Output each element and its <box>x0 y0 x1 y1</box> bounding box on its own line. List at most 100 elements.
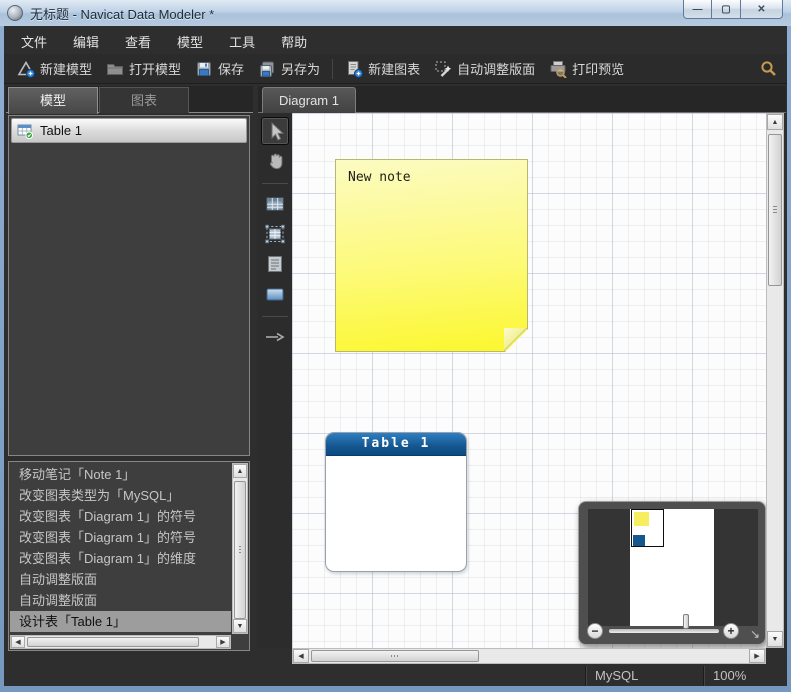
pointer-tool-icon[interactable] <box>261 117 289 145</box>
history-item[interactable]: 改变图表「Diagram 1」的符号 <box>10 506 231 527</box>
save-as-button[interactable]: 另存为 <box>251 56 327 81</box>
save-floppy-icon <box>195 60 213 78</box>
history-item[interactable]: 自动调整版面 <box>10 569 231 590</box>
tab-diagram-1[interactable]: Diagram 1 <box>262 87 356 113</box>
canvas-horizontal-scrollbar[interactable]: ◀ ▶ <box>292 648 766 664</box>
search-icon[interactable] <box>760 60 777 77</box>
auto-layout-button[interactable]: 自动调整版面 <box>427 56 542 81</box>
close-button[interactable]: ✕ <box>741 0 783 19</box>
table-shape[interactable]: Table 1 <box>325 432 467 572</box>
scroll-right-icon[interactable]: ▶ <box>749 649 765 663</box>
overview-view <box>588 509 758 626</box>
open-folder-icon <box>106 60 124 78</box>
maximize-button[interactable]: ▢ <box>712 0 741 19</box>
new-diagram-label: 新建图表 <box>368 59 420 78</box>
status-zoom-level: 100% <box>703 666 787 686</box>
new-diagram-icon <box>345 60 363 78</box>
note-shape[interactable]: New note <box>335 159 528 352</box>
scroll-up-icon[interactable]: ▲ <box>767 114 783 130</box>
save-as-label: 另存为 <box>281 59 320 78</box>
canvas-hscroll-thumb[interactable] <box>311 650 479 662</box>
label-tool-icon[interactable] <box>261 280 289 308</box>
diagram-tab-bar: Diagram 1 <box>258 86 786 113</box>
zoom-slider-thumb[interactable] <box>683 614 689 629</box>
save-label: 保存 <box>218 59 244 78</box>
scroll-up-icon[interactable]: ▲ <box>233 464 247 478</box>
table-shape-title: Table 1 <box>326 433 466 456</box>
history-item[interactable]: 改变图表类型为「MySQL」 <box>10 485 231 506</box>
auto-layout-label: 自动调整版面 <box>457 59 535 78</box>
scroll-left-icon[interactable]: ◀ <box>11 636 25 648</box>
menu-help[interactable]: 帮助 <box>268 28 320 55</box>
window-title: 无标题 - Navicat Data Modeler * <box>30 4 214 23</box>
save-button[interactable]: 保存 <box>188 56 251 81</box>
sidebar-tab-bar: 模型 图表 <box>6 86 253 113</box>
diagram-canvas[interactable]: New note Table 1 − + ↘ <box>292 113 766 648</box>
tab-diagram-list[interactable]: 图表 <box>99 87 189 113</box>
window-controls: — ▢ ✕ <box>683 0 783 19</box>
app-window: 无标题 - Navicat Data Modeler * — ▢ ✕ 文件 编辑… <box>0 0 791 692</box>
table-tool-icon[interactable] <box>261 190 289 218</box>
diagram-tool-palette <box>258 113 292 648</box>
zoom-slider-track[interactable] <box>609 629 719 633</box>
table-icon <box>17 123 34 139</box>
note-fold-corner <box>504 328 527 351</box>
history-item[interactable]: 改变图表「Diagram 1」的维度 <box>10 548 231 569</box>
overview-panel: − + ↘ <box>578 501 766 645</box>
menu-bar: 文件 编辑 查看 模型 工具 帮助 <box>4 28 787 54</box>
print-preview-label: 打印预览 <box>572 59 624 78</box>
scroll-left-icon[interactable]: ◀ <box>293 649 309 663</box>
new-model-button[interactable]: 新建模型 <box>10 56 99 81</box>
history-horizontal-scrollbar[interactable]: ◀ ▶ <box>10 635 231 649</box>
scroll-right-icon[interactable]: ▶ <box>216 636 230 648</box>
overview-resize-icon[interactable]: ↘ <box>750 627 760 641</box>
status-database-type: MySQL <box>585 666 703 686</box>
minimize-button[interactable]: — <box>683 0 712 19</box>
note-text: New note <box>348 170 411 185</box>
tab-model[interactable]: 模型 <box>8 87 98 114</box>
main-toolbar: 新建模型 打开模型 保存 另存为 新建图表 自动调整版面 打印预览 <box>4 54 787 84</box>
save-as-floppy-icon <box>258 60 276 78</box>
menu-view[interactable]: 查看 <box>112 28 164 55</box>
zoom-in-button[interactable]: + <box>723 623 739 639</box>
history-vertical-scrollbar[interactable]: ▲ ▼ <box>232 463 248 634</box>
list-item-table1[interactable]: Table 1 <box>11 118 247 143</box>
history-item[interactable]: 移动笔记「Note 1」 <box>10 464 231 485</box>
menu-tools[interactable]: 工具 <box>216 28 268 55</box>
open-model-label: 打开模型 <box>129 59 181 78</box>
menu-file[interactable]: 文件 <box>8 28 60 55</box>
auto-layout-icon <box>434 60 452 78</box>
relation-tool-icon[interactable] <box>261 323 289 351</box>
print-preview-button[interactable]: 打印预览 <box>542 56 631 81</box>
scroll-down-icon[interactable]: ▼ <box>233 619 247 633</box>
history-hscroll-thumb[interactable] <box>27 637 199 647</box>
thumb-grip <box>239 546 241 554</box>
app-logo-icon <box>7 5 23 21</box>
model-object-list: Table 1 <box>8 115 250 456</box>
open-model-button[interactable]: 打开模型 <box>99 56 188 81</box>
overview-viewport-rect[interactable] <box>631 509 664 547</box>
new-diagram-button[interactable]: 新建图表 <box>338 56 427 81</box>
toolbar-separator <box>332 59 333 79</box>
note-tool-icon[interactable] <box>261 250 289 278</box>
new-model-icon <box>17 60 35 78</box>
print-preview-icon <box>549 60 567 78</box>
history-item-selected[interactable]: 设计表「Table 1」 <box>10 611 231 632</box>
canvas-vscroll-thumb[interactable] <box>768 134 782 286</box>
history-item[interactable]: 改变图表「Diagram 1」的符号 <box>10 527 231 548</box>
scroll-down-icon[interactable]: ▼ <box>767 631 783 647</box>
history-list: 移动笔记「Note 1」 改变图表类型为「MySQL」 改变图表「Diagram… <box>10 464 231 632</box>
zoom-out-button[interactable]: − <box>587 623 603 639</box>
menu-model[interactable]: 模型 <box>164 28 216 55</box>
menu-edit[interactable]: 编辑 <box>60 28 112 55</box>
thumb-grip <box>391 655 399 657</box>
thumb-grip <box>773 206 777 214</box>
status-bar: MySQL 100% <box>4 666 787 686</box>
palette-separator <box>262 316 288 317</box>
history-scroll-thumb[interactable] <box>234 481 246 619</box>
canvas-vertical-scrollbar[interactable]: ▲ ▼ <box>766 113 784 648</box>
object-label: Table 1 <box>40 123 82 138</box>
hand-tool-icon[interactable] <box>261 147 289 175</box>
history-item[interactable]: 自动调整版面 <box>10 590 231 611</box>
view-tool-icon[interactable] <box>261 220 289 248</box>
